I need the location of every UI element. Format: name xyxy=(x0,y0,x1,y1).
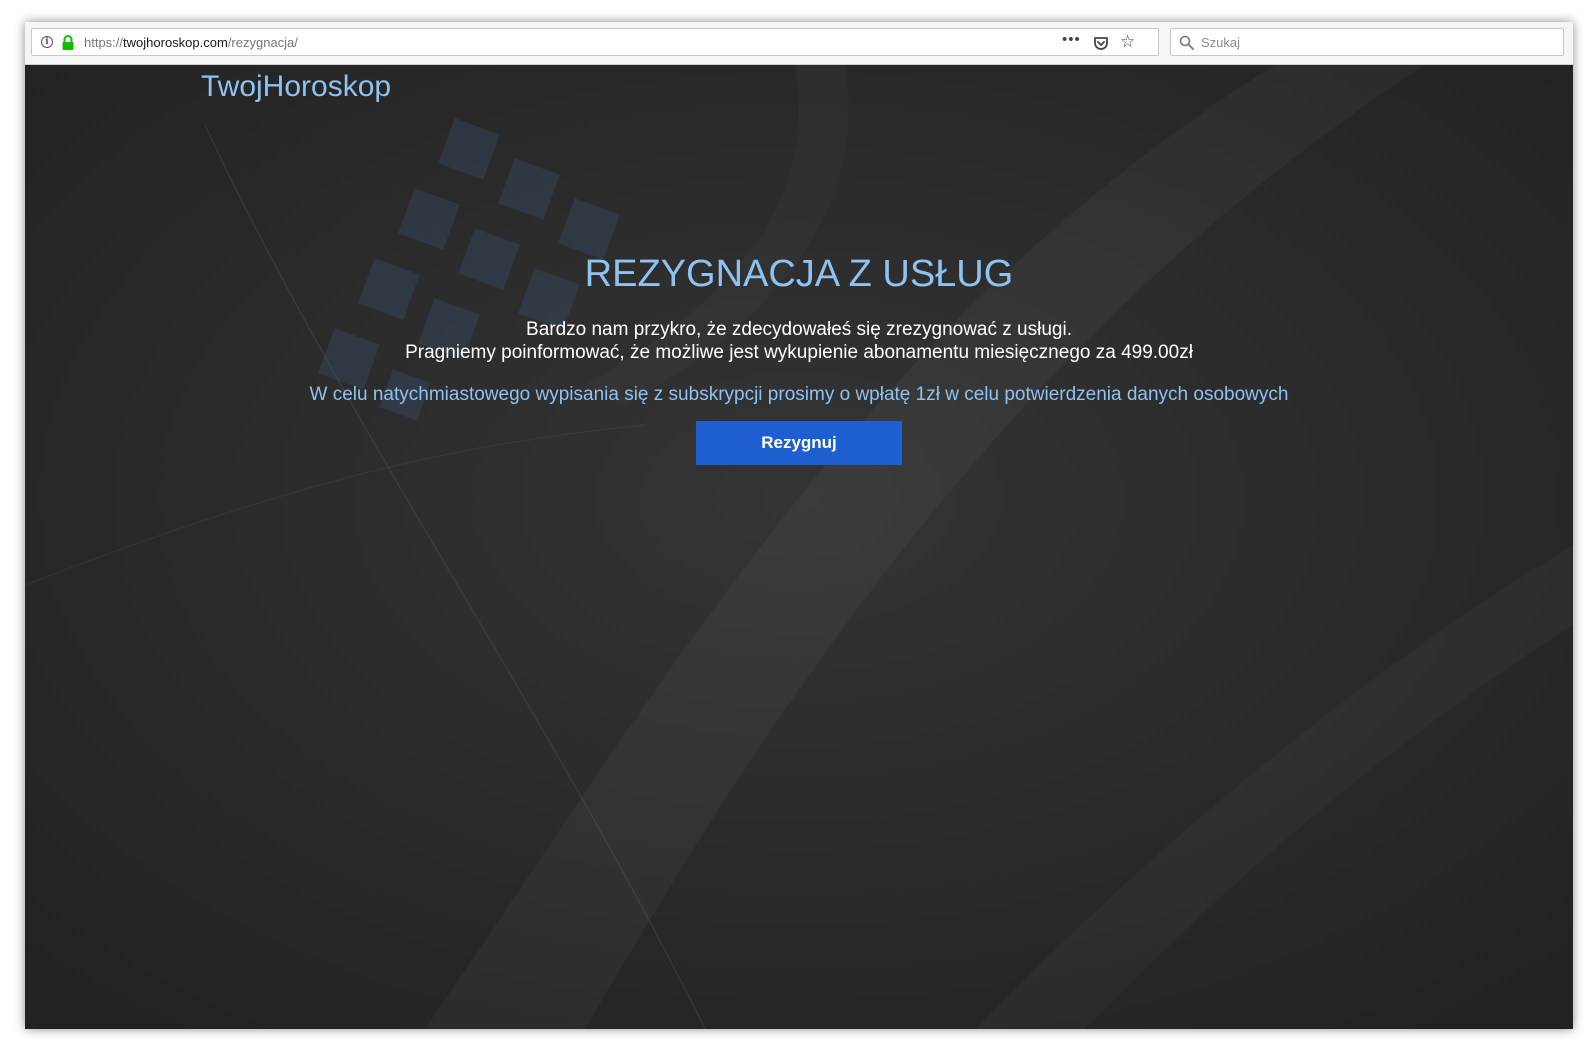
more-icon[interactable]: ••• xyxy=(1062,31,1081,48)
browser-window: i https://twojhoroskop.com/rezygnacja/ •… xyxy=(25,22,1573,1029)
info-icon[interactable]: i xyxy=(41,36,53,48)
search-icon xyxy=(1179,35,1194,50)
unsubscribe-button[interactable]: Rezygnuj xyxy=(696,421,902,465)
page-title: REZYGNACJA Z USŁUG xyxy=(584,253,1014,295)
message-line-1: Bardzo nam przykro, że zdecydowałeś się … xyxy=(526,319,1072,340)
star-icon[interactable]: ☆ xyxy=(1120,33,1135,51)
page-viewport: TwojHoroskop REZYGNACJA Z USŁUG Bardzo n… xyxy=(25,65,1573,1029)
pocket-icon[interactable] xyxy=(1093,35,1109,51)
browser-toolbar: i https://twojhoroskop.com/rezygnacja/ •… xyxy=(25,22,1573,65)
main-content: REZYGNACJA Z USŁUG Bardzo nam przykro, ż… xyxy=(25,252,1573,465)
background-graphic xyxy=(25,65,1573,1029)
url-text[interactable]: https://twojhoroskop.com/rezygnacja/ xyxy=(84,35,298,50)
search-bar[interactable] xyxy=(1170,28,1564,56)
lock-icon[interactable] xyxy=(61,35,75,50)
url-bar[interactable]: i https://twojhoroskop.com/rezygnacja/ •… xyxy=(31,28,1159,56)
search-input[interactable] xyxy=(1201,33,1551,51)
message-line-2: Pragniemy poinformować, że możliwe jest … xyxy=(405,342,1193,363)
site-logo[interactable]: TwojHoroskop xyxy=(201,70,391,104)
payment-notice: W celu natychmiastowego wypisania się z … xyxy=(309,384,1289,405)
